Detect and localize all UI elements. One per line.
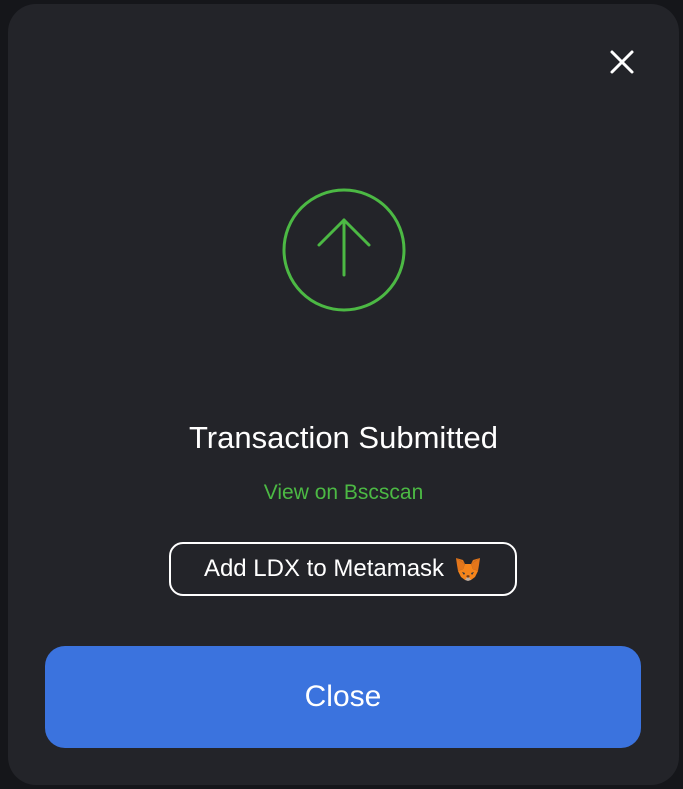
transaction-submitted-modal: Transaction Submitted View on Bscscan Ad…	[8, 4, 679, 785]
view-on-bscscan-link[interactable]: View on Bscscan	[8, 478, 679, 508]
metamask-fox-icon	[454, 555, 482, 583]
modal-title: Transaction Submitted	[188, 420, 498, 455]
close-button[interactable]: Close	[45, 646, 641, 748]
close-icon[interactable]	[604, 44, 640, 80]
add-token-label: Add LDX to Metamask	[203, 555, 445, 582]
add-token-to-metamask-button[interactable]: Add LDX to Metamask	[169, 542, 517, 596]
arrow-up-circle-icon	[281, 187, 407, 313]
